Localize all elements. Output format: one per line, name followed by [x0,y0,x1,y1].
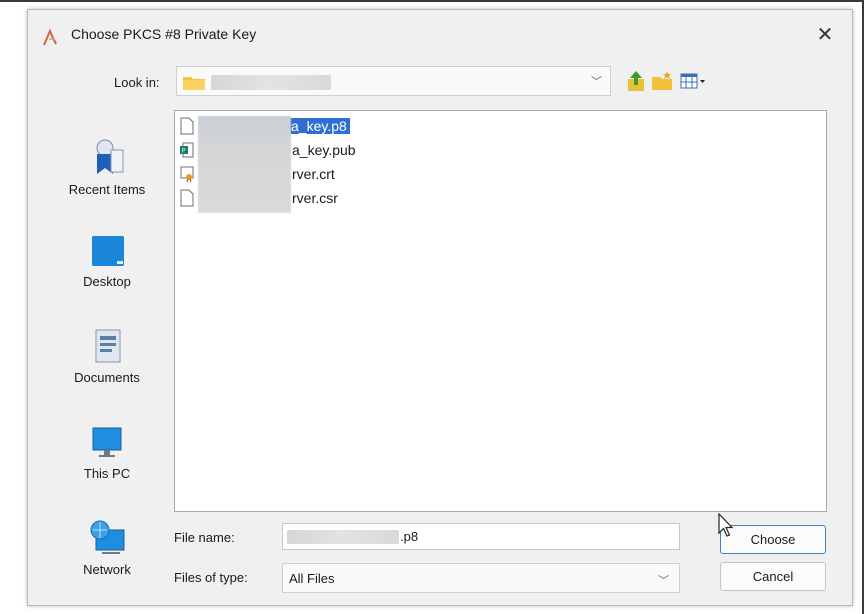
publisher-file-icon: P [180,142,194,158]
title-bar: Choose PKCS #8 Private Key ✕ [28,10,852,58]
close-button[interactable]: ✕ [810,20,840,50]
file-name: a_key.p8 [288,118,350,134]
network-icon [90,520,125,554]
redacted-file-prefixes [198,116,291,213]
look-in-combo[interactable]: ﹀ [176,66,611,96]
svg-text:P: P [182,149,186,155]
file-list[interactable]: a_key.p8 P a_key.pub rver.crt rver.csr [174,110,827,512]
places-bar: Recent Items Desktop Documents This PC N… [42,112,178,592]
file-name-value: .p8 [400,529,419,544]
desktop-icon [92,236,124,266]
new-folder-icon[interactable] [651,69,675,93]
screen-border-top [0,0,864,2]
place-this-pc[interactable]: This PC [42,422,172,481]
java-app-icon [43,28,57,46]
mouse-cursor-icon [718,513,734,537]
chevron-down-icon: ﹀ [591,76,602,88]
chevron-down-icon: ﹀ [658,575,669,587]
place-desktop[interactable]: Desktop [42,230,172,289]
file-name: a_key.pub [292,142,356,158]
this-pc-icon [92,427,122,457]
recent-items-icon [96,139,124,174]
place-label: This PC [83,466,131,481]
dialog-title: Choose PKCS #8 Private Key [71,26,257,42]
place-label: Network [83,562,131,577]
file-name-label: File name: [174,530,235,545]
place-label: Documents [74,370,140,385]
folder-icon [183,77,205,90]
file-icon [180,117,194,135]
file-chooser-dialog: Choose PKCS #8 Private Key ✕ Look in: ﹀ [27,9,853,606]
files-of-type-label: Files of type: [174,570,248,585]
files-of-type-value: All Files [289,571,335,586]
redacted-path [211,75,331,90]
files-of-type-select[interactable]: All Files ﹀ [282,563,680,593]
choose-button[interactable]: Choose [720,525,826,554]
file-name: rver.csr [292,190,338,206]
place-documents[interactable]: Documents [42,326,172,385]
look-in-label: Look in: [114,75,160,90]
up-folder-icon[interactable] [625,69,647,93]
file-icon [180,189,194,207]
file-name: rver.crt [292,166,335,182]
place-label: Desktop [83,274,131,289]
place-recent-items[interactable]: Recent Items [42,134,172,197]
place-label: Recent Items [68,182,146,197]
documents-icon [95,329,121,363]
redacted-file-name [287,530,399,544]
cancel-button[interactable]: Cancel [720,562,826,591]
place-network[interactable]: Network [42,518,172,577]
certificate-icon [180,166,194,183]
view-menu-icon[interactable] [680,69,706,93]
file-name-input[interactable]: .p8 [282,523,680,550]
